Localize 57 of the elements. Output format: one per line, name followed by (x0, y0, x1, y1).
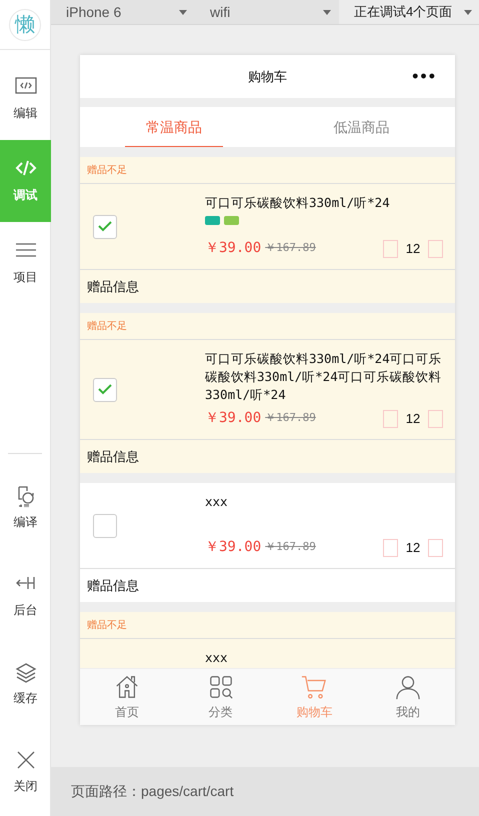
product-name: 可口可乐碳酸饮料330ml/听*24可口可乐碳酸饮料330ml/听*24可口可乐碳酸饮料330ml/听*24 (205, 350, 443, 404)
sidebar-item[interactable]: 关闭 (0, 728, 51, 816)
sidebar-item[interactable]: 项目 (0, 222, 51, 304)
sidebar-item[interactable]: 后台 (0, 552, 51, 640)
tab-bar-item[interactable]: 分类 (174, 669, 268, 725)
cart-icon (301, 674, 328, 700)
network-dropdown[interactable]: wifi (195, 0, 339, 24)
checkbox[interactable] (93, 514, 117, 538)
close-icon (14, 749, 36, 771)
gift-warning: 赠品不足 (87, 320, 127, 334)
quantity: 12 (404, 410, 422, 428)
caret-icon (323, 10, 331, 14)
product-name: 可口可乐碳酸饮料330ml/听*24 (205, 194, 391, 212)
original-price: ￥167.89 (265, 410, 316, 426)
layers-icon (14, 661, 36, 683)
product-name: xxx (205, 649, 229, 667)
logo: 懒 (9, 8, 41, 40)
gift-info-label: 赠品信息 (87, 278, 139, 296)
product-name: xxx (205, 493, 229, 511)
checkbox[interactable] (93, 378, 117, 402)
category-tab[interactable]: 低温商品 (268, 107, 455, 147)
tab-bar-item[interactable]: 首页 (80, 669, 174, 725)
quantity: 12 (404, 538, 422, 557)
page-title: 购物车 (248, 68, 287, 86)
checkbox[interactable] (93, 214, 117, 238)
sidebar-item[interactable]: 缓存 (0, 640, 51, 728)
home-icon (114, 674, 140, 700)
device-dropdown[interactable]: iPhone 6 (51, 0, 195, 24)
sidebar-item[interactable]: 编辑 (0, 58, 51, 140)
original-price: ￥167.89 (265, 240, 316, 256)
gift-warning: 赠品不足 (87, 618, 127, 632)
gift-info-label: 赠品信息 (87, 448, 139, 466)
quantity: 12 (404, 240, 422, 258)
more-button[interactable]: ••• (412, 63, 437, 90)
quantity-decrease-button[interactable] (383, 538, 398, 556)
caret-icon (464, 10, 472, 14)
gift-warning: 赠品不足 (87, 164, 127, 178)
price: ￥39.00 (205, 409, 262, 428)
check-icon (98, 221, 112, 232)
person-icon (395, 674, 422, 700)
price: ￥39.00 (205, 239, 262, 258)
quantity-increase-button[interactable] (428, 410, 443, 428)
category-tab[interactable]: 常温商品 (80, 107, 268, 147)
debug-pages-dropdown[interactable]: 正在调试4个页面 (339, 0, 479, 24)
quantity-decrease-button[interactable] (383, 240, 398, 258)
gift-info-label: 赠品信息 (87, 576, 139, 595)
quantity-decrease-button[interactable] (383, 410, 398, 428)
check-icon (98, 384, 112, 395)
caret-icon (179, 10, 187, 14)
price: ￥39.00 (205, 538, 262, 557)
sidebar-item[interactable]: 编译 (0, 464, 51, 552)
quantity-increase-button[interactable] (428, 240, 443, 258)
tab-bar-item[interactable]: 我的 (361, 669, 455, 725)
original-price: ￥167.89 (265, 539, 316, 556)
quantity-increase-button[interactable] (428, 538, 443, 556)
page-path: 页面路径：pages/cart/cart (71, 782, 234, 801)
grid-search-icon (208, 674, 234, 700)
